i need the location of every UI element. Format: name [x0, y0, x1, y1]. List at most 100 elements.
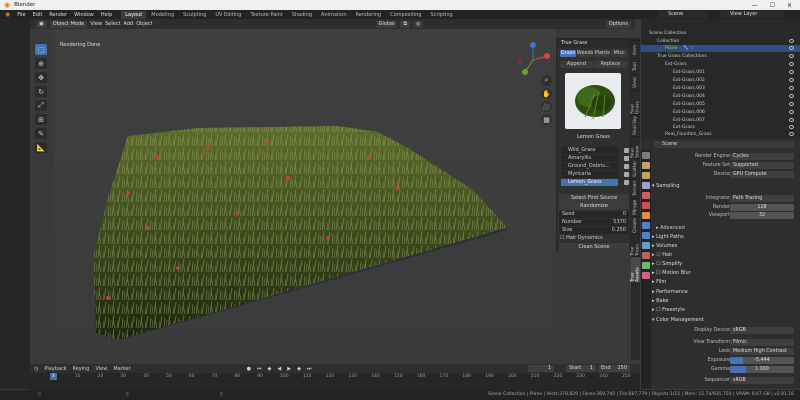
outliner-row[interactable]: Ext-Grass.007 [641, 117, 800, 124]
outliner-row[interactable]: True Grass Collections [641, 53, 800, 60]
eye-icon[interactable] [789, 132, 794, 136]
menu-window[interactable]: Window [71, 12, 97, 18]
view-layer-properties-icon[interactable] [642, 182, 650, 189]
world-properties-icon[interactable] [642, 202, 650, 209]
eye-icon[interactable] [789, 39, 794, 43]
snap-icon[interactable]: ⧉ [400, 20, 411, 28]
light-paths-panel-header[interactable]: ▸ Light Paths [652, 233, 798, 241]
outliner-row[interactable]: Ext-Grass [641, 61, 800, 68]
outliner-row[interactable]: Ext-Grass.005 [641, 101, 800, 108]
playback-menu[interactable]: Playback [44, 366, 66, 372]
outliner-row[interactable]: Scene Collection [641, 30, 800, 37]
outliner-row[interactable]: Collection [641, 38, 800, 45]
bake-panel-header[interactable]: ▸ Bake [652, 297, 798, 305]
move-tool-icon[interactable]: ✥ [35, 72, 47, 83]
object-mode-dropdown[interactable]: Object Mode [49, 20, 88, 28]
tab-weeds[interactable]: Weeds [576, 50, 594, 57]
advanced-panel-header[interactable]: ▸ Advanced [656, 224, 800, 232]
workspace-tab-rendering[interactable]: Rendering [352, 11, 386, 19]
exposure-slider[interactable]: -5.444 [730, 357, 794, 364]
side-tab-real-sky[interactable]: Real Sky [631, 114, 640, 136]
jump-end-icon[interactable]: ⏭ [307, 366, 312, 372]
scene-properties-icon[interactable] [642, 192, 650, 199]
size-field[interactable]: Size 0.250 [559, 227, 629, 234]
asset-list-item[interactable]: Wild_Grass [561, 147, 629, 154]
scene-name-field[interactable]: Scene [654, 141, 794, 148]
eye-icon[interactable] [789, 110, 794, 114]
tab-plants[interactable]: Plants [594, 50, 611, 57]
annotate-tool-icon[interactable]: ✎ [35, 128, 47, 139]
rotate-tool-icon[interactable]: ↻ [35, 86, 47, 97]
particle-properties-icon[interactable] [642, 232, 650, 239]
render-samples-field[interactable]: 128 [730, 204, 794, 211]
side-tab-view[interactable]: View [631, 74, 640, 90]
side-tab-true-assets[interactable]: True Assets [631, 256, 641, 282]
select-menu[interactable]: Select [105, 21, 120, 27]
grass-preview-thumbnail[interactable] [565, 73, 621, 129]
integrator-dropdown[interactable]: Path Tracing [730, 195, 794, 202]
outliner-row[interactable]: Ext-Grass.003 [641, 85, 800, 92]
color-management-panel-header[interactable]: ▾ Color Management [652, 316, 798, 324]
side-tab-scatter[interactable]: Scatter [631, 158, 640, 178]
pan-hand-icon[interactable]: ✋ [541, 88, 552, 99]
feature-set-dropdown[interactable]: Supported [730, 162, 794, 169]
perspective-grid-icon[interactable]: ▦ [541, 114, 552, 125]
transform-tool-icon[interactable]: ⊞ [35, 114, 47, 125]
options-dropdown[interactable]: Options [605, 20, 631, 28]
seed-field[interactable]: Seed 0 [559, 211, 629, 218]
outliner-row[interactable]: Ext-Grass.002 [641, 77, 800, 84]
scene-selector[interactable]: Scene [658, 11, 708, 18]
view-layer-selector[interactable]: View Layer [720, 11, 784, 18]
motion-blur-panel-header[interactable]: ▸ ☐ Motion Blur [652, 269, 798, 277]
tool-properties-icon[interactable] [642, 152, 650, 159]
timeline-editor-icon[interactable]: ◷ [34, 366, 38, 372]
hair-dynamics-checkbox[interactable]: ☐ Hair Dynamics [560, 235, 630, 242]
select-box-tool-icon[interactable]: ⬚ [35, 44, 47, 55]
navigation-gizmo[interactable] [515, 42, 551, 78]
view-menu[interactable]: View [90, 21, 102, 27]
append-button[interactable]: Append [560, 61, 593, 68]
measure-tool-icon[interactable]: 📐 [35, 142, 47, 153]
modifier-properties-icon[interactable] [642, 222, 650, 229]
close-button[interactable]: ✕ [787, 2, 792, 9]
tab-grass[interactable]: Grass [560, 50, 576, 57]
blender-menu-icon[interactable]: ◉ [2, 11, 13, 18]
side-tab-item[interactable]: Item [631, 40, 640, 58]
menu-render[interactable]: Render [46, 12, 70, 18]
device-dropdown[interactable]: GPU Compute [730, 171, 794, 178]
asset-list-item[interactable]: Myricaria [561, 171, 629, 178]
side-tab-mirage[interactable]: Mirage [631, 198, 640, 216]
constraint-properties-icon[interactable] [642, 252, 650, 259]
look-dropdown[interactable]: Medium High Contrast [730, 348, 794, 355]
workspace-tab-compositing[interactable]: Compositing [386, 11, 425, 19]
clean-scene-button[interactable]: Clean Scene [559, 243, 629, 251]
performance-panel-header[interactable]: ▸ Performance [652, 288, 798, 296]
eye-icon[interactable] [789, 86, 794, 90]
prev-keyframe-icon[interactable]: ◆ [268, 366, 272, 372]
asset-list-item-selected[interactable]: Lemon_Grass [561, 179, 629, 186]
workspace-tab-modeling[interactable]: Modeling [147, 11, 178, 19]
next-keyframe-icon[interactable]: ◆ [297, 366, 301, 372]
volumes-panel-header[interactable]: ▸ Volumes [652, 242, 798, 250]
menu-file[interactable]: File [14, 12, 28, 18]
side-tab-create[interactable]: Create [631, 216, 640, 234]
randomize-button[interactable]: Randomize [559, 202, 629, 210]
outliner-row-selected[interactable]: Plane 🔧 ▽ [641, 45, 800, 52]
play-reverse-icon[interactable]: ◀ [277, 366, 281, 372]
simplify-panel-header[interactable]: ▸ ☐ Simplify [652, 260, 798, 268]
view-menu-timeline[interactable]: View [95, 366, 107, 372]
workspace-tab-texture-paint[interactable]: Texture Paint [246, 11, 286, 19]
eye-icon[interactable] [789, 46, 794, 50]
render-properties-icon[interactable] [642, 162, 650, 169]
viewport-samples-field[interactable]: 32 [730, 212, 794, 219]
eye-icon[interactable] [789, 118, 794, 122]
replace-button[interactable]: Replace [594, 61, 627, 68]
gamma-slider[interactable]: 1.000 [730, 366, 794, 373]
menu-help[interactable]: Help [98, 12, 115, 18]
workspace-tab-animation[interactable]: Animation [317, 11, 351, 19]
hair-panel-header[interactable]: ▸ ☑ Hair [652, 251, 798, 259]
display-device-dropdown[interactable]: sRGB [730, 327, 794, 334]
material-properties-icon[interactable] [642, 272, 650, 279]
maximize-button[interactable]: ☐ [770, 2, 775, 9]
view-transform-dropdown[interactable]: Filmic [730, 339, 794, 346]
